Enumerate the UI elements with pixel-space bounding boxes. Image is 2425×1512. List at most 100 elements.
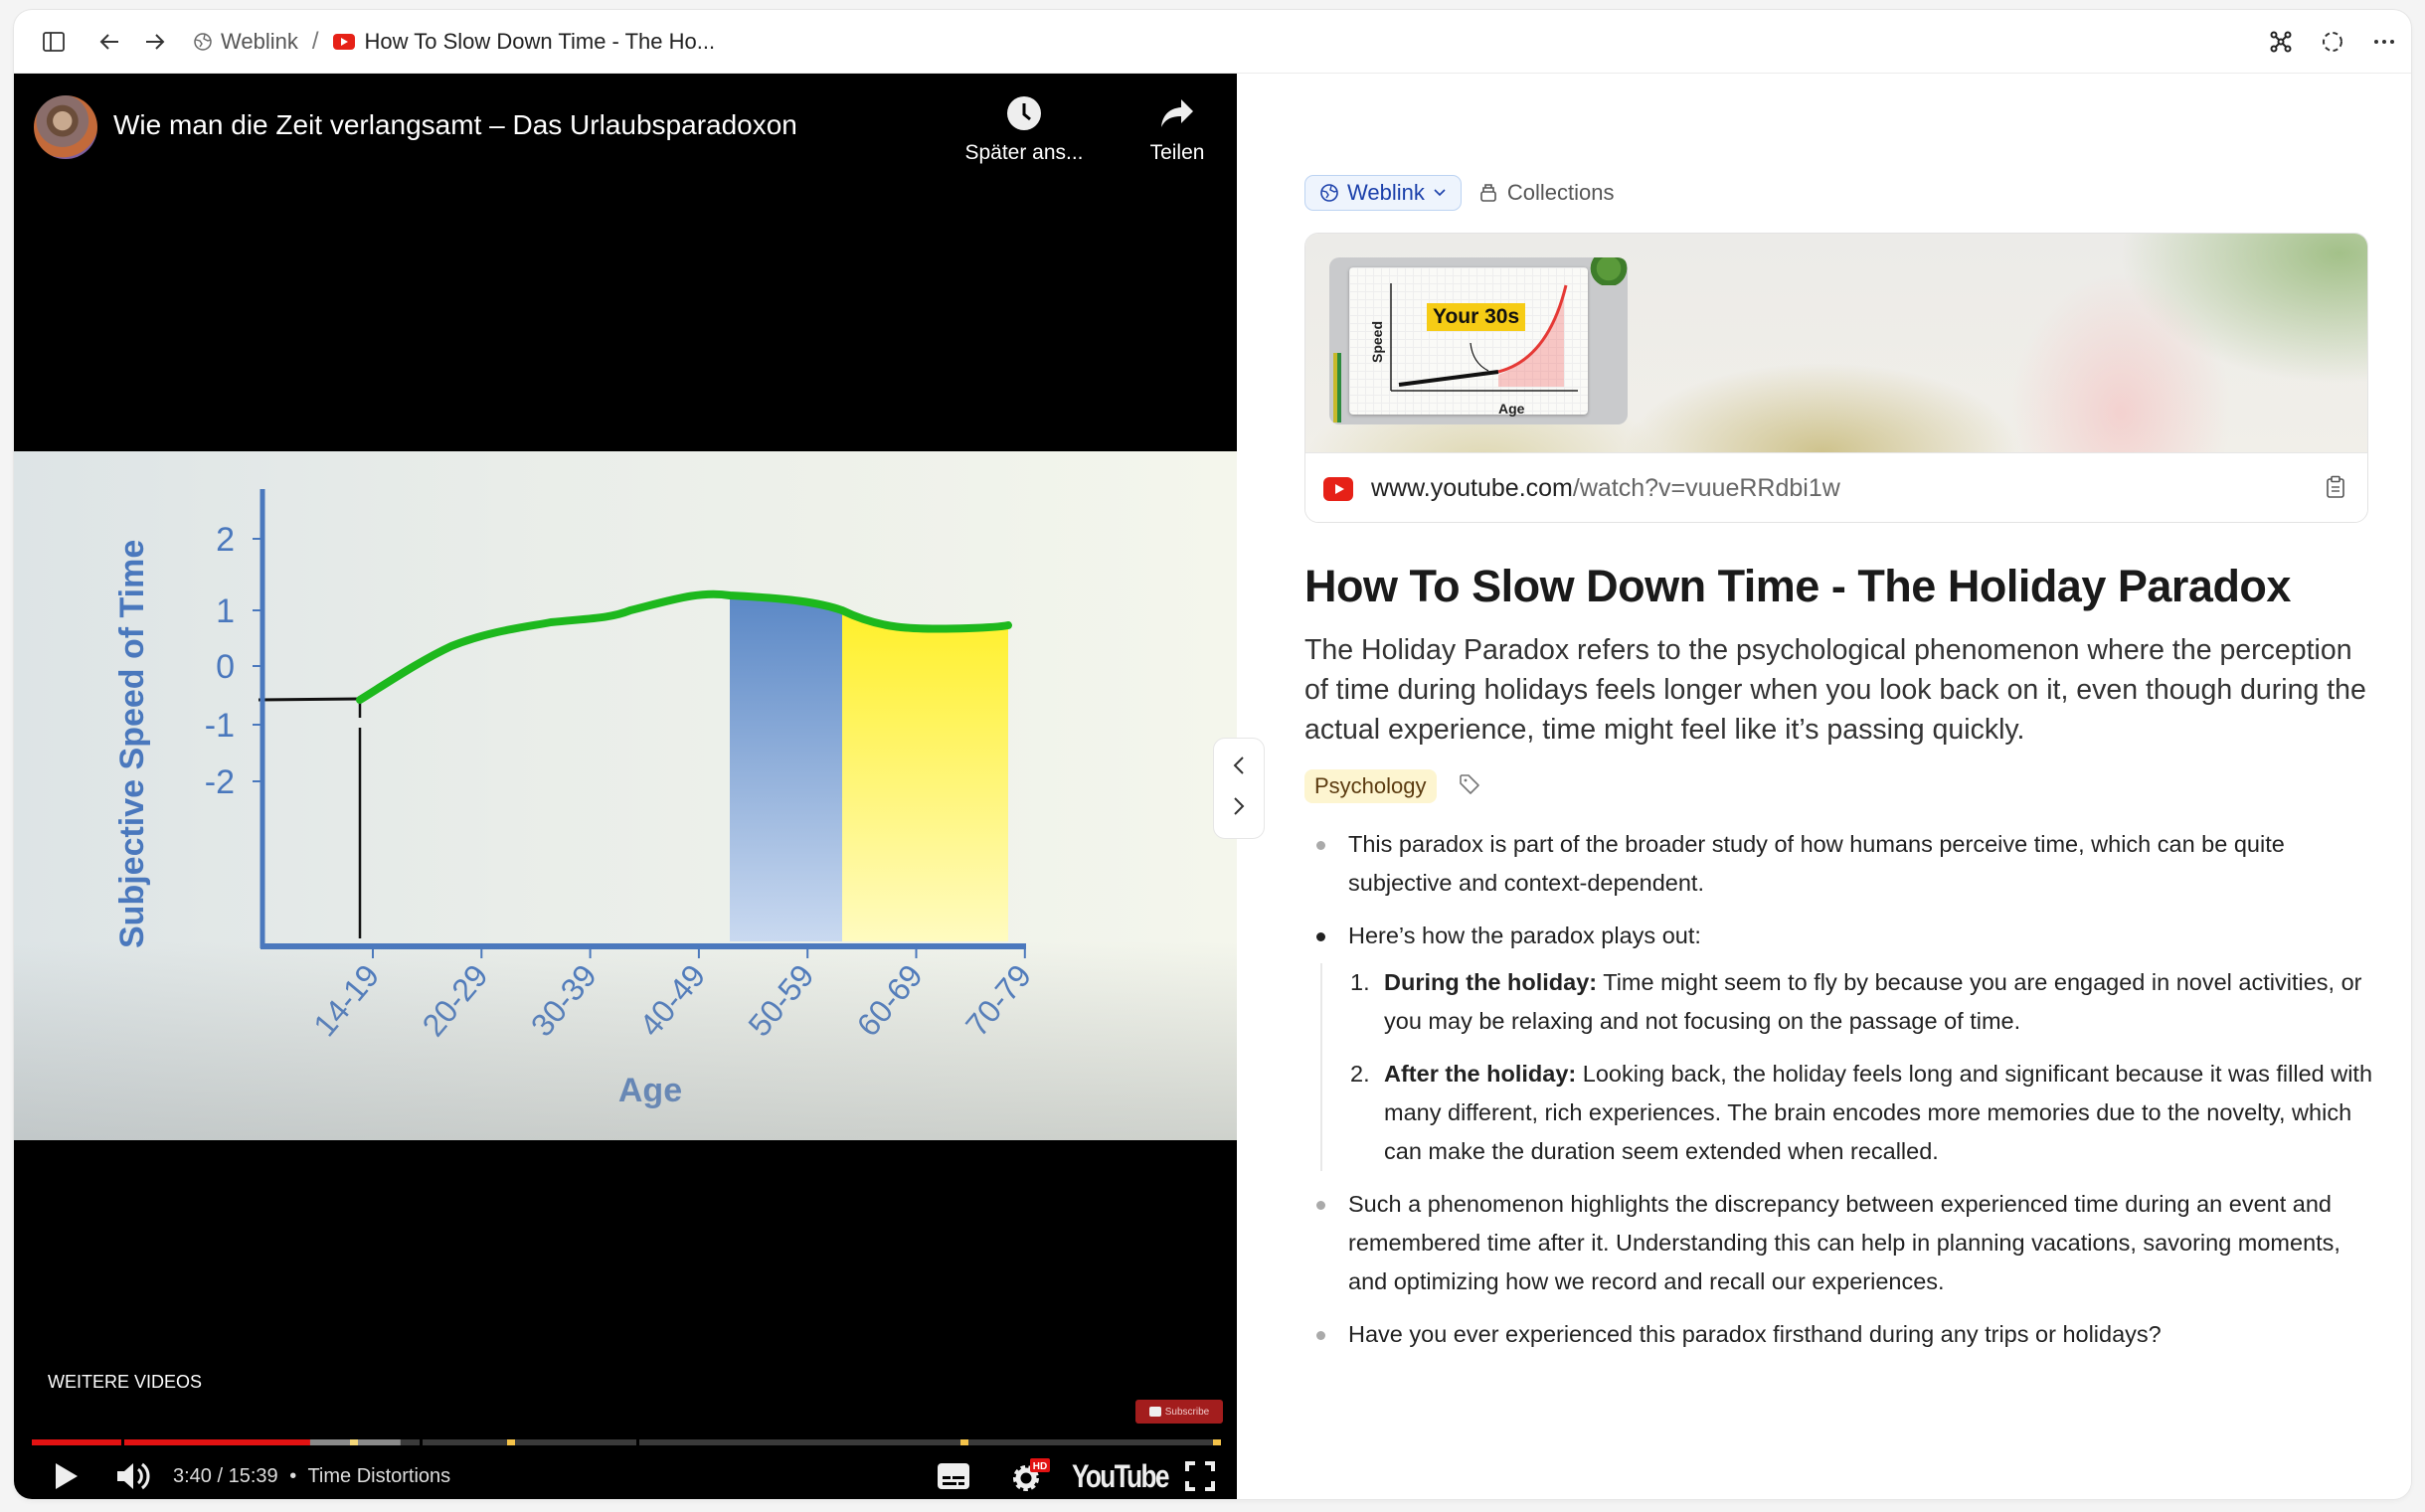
share-icon	[1127, 93, 1227, 133]
x-tick-label: 50-59	[741, 957, 820, 1043]
marker	[960, 1439, 968, 1445]
item-summary: The Holiday Paradox refers to the psycho…	[1304, 634, 2366, 746]
video-thumbnail: Your 30s Speed Age	[1329, 257, 1628, 424]
list-item-text: Such a phenomenon highlights the discrep…	[1348, 1191, 2340, 1294]
more-videos-label[interactable]: WEITERE VIDEOS	[48, 1372, 202, 1393]
video-title[interactable]: Wie man die Zeit verlangsamt – Das Urlau…	[113, 109, 797, 141]
baseline-pre-line	[258, 697, 361, 702]
plant-decoration	[1584, 257, 1628, 285]
breadcrumb-current: How To Slow Down Time - The Ho...	[364, 29, 716, 54]
breadcrumb-root[interactable]: Weblink	[221, 29, 298, 55]
video-frame-chart: 2 1 0 -1 -2 14-19 20-29 30-39 40-49 50-59 60-69 70…	[14, 451, 1237, 1140]
x-tick-label: 40-49	[632, 957, 712, 1043]
clipboard-icon[interactable]	[2326, 475, 2345, 506]
link-url-row[interactable]: www.youtube.com/watch?v=vuueRRdbi1w	[1305, 452, 2367, 522]
chevron-down-icon	[1433, 188, 1447, 198]
play-button[interactable]	[54, 1453, 80, 1499]
youtube-logo[interactable]: YouTube	[1072, 1453, 1170, 1499]
list-item: Such a phenomenon highlights the discrep…	[1304, 1185, 2378, 1301]
hd-badge: HD	[1033, 1461, 1047, 1472]
notes-body: This paradox is part of the broader stud…	[1304, 825, 2378, 1368]
x-tick-label: 70-79	[958, 957, 1038, 1043]
url-path: /watch?v=vuueRRdbi1w	[1572, 474, 1840, 502]
chapter-title[interactable]: Time Distortions	[307, 1465, 450, 1487]
type-label: Weblink	[1347, 180, 1425, 205]
app-window: Weblink / How To Slow Down Time - The Ho…	[14, 10, 2411, 1499]
y-axis-label: Subjective Speed of Time	[113, 540, 151, 948]
tag-psychology[interactable]: Psychology	[1304, 769, 1437, 803]
list-item-text: Here’s how the paradox plays out:	[1348, 923, 1701, 948]
item-heading: During the holiday:	[1384, 969, 1598, 995]
gear-icon: HD	[1013, 1458, 1050, 1491]
play-icon	[56, 1463, 78, 1489]
volume-button[interactable]	[115, 1453, 151, 1499]
thumbnail-y-label: Speed	[1369, 320, 1385, 363]
thumbnail-paper: Your 30s Speed Age	[1349, 267, 1588, 417]
item-number: 2.	[1350, 1061, 1370, 1087]
marker	[350, 1439, 358, 1445]
url-domain: www.youtube.com	[1371, 474, 1573, 502]
channel-avatar[interactable]	[34, 95, 97, 159]
fullscreen-icon	[1185, 1461, 1215, 1491]
tag-row: Psychology	[1304, 769, 1480, 803]
sidebar-toggle-icon[interactable]	[40, 28, 68, 56]
focus-dashed-circle-icon[interactable]	[2319, 28, 2346, 56]
breadcrumb-separator: /	[311, 28, 319, 55]
item-meta-row: Weblink Collections	[1304, 175, 1614, 211]
list-item: Here’s how the paradox plays out:	[1304, 917, 2378, 955]
share-label: Teilen	[1149, 141, 1205, 164]
globe-icon	[1319, 183, 1339, 203]
youtube-icon	[332, 34, 355, 50]
subscribe-button[interactable]: Subscribe	[1135, 1400, 1223, 1424]
list-item-text: This paradox is part of the broader stud…	[1348, 831, 2285, 896]
list-item: Have you ever experienced this paradox f…	[1304, 1315, 2378, 1354]
share-button[interactable]: Teilen	[1127, 93, 1227, 165]
collection-stack-icon	[1479, 183, 1497, 203]
y-tick-label: -2	[205, 763, 235, 801]
video-player[interactable]: Wie man die Zeit verlangsamt – Das Urlau…	[14, 74, 1237, 1499]
item-heading: After the holiday:	[1384, 1061, 1577, 1087]
more-options-icon[interactable]	[2370, 28, 2398, 56]
preview-image: Your 30s Speed Age	[1305, 234, 2367, 452]
y-tick-label: 0	[216, 648, 235, 686]
breadcrumb: Weblink / How To Slow Down Time - The Ho…	[193, 10, 715, 74]
watch-later-label: Später ans...	[964, 141, 1084, 164]
progress-bar[interactable]	[32, 1439, 1221, 1445]
video-header: Wie man die Zeit verlangsamt – Das Urlau…	[14, 74, 1237, 193]
band-50-59	[730, 595, 842, 941]
chevron-left-icon[interactable]	[1232, 756, 1246, 780]
volume-icon	[117, 1462, 150, 1490]
chevron-right-icon[interactable]	[1232, 796, 1246, 821]
back-arrow-icon[interactable]	[95, 28, 123, 56]
time-readout: 3:40 / 15:39	[173, 1465, 278, 1487]
graph-nodes-icon[interactable]	[2267, 28, 2295, 56]
youtube-icon	[1323, 476, 1353, 501]
watch-later-button[interactable]: Später ans...	[964, 93, 1084, 165]
add-tag-icon[interactable]	[1459, 773, 1480, 800]
settings-button[interactable]: HD	[1010, 1453, 1050, 1499]
collections-button[interactable]: Collections	[1479, 180, 1615, 206]
pens-decoration	[1333, 353, 1341, 422]
marker	[1213, 1439, 1221, 1445]
progress-played	[32, 1439, 310, 1445]
subtitles-button[interactable]	[937, 1453, 970, 1499]
type-dropdown[interactable]: Weblink	[1304, 175, 1462, 211]
chapter-gap	[636, 1439, 639, 1445]
marker	[507, 1439, 515, 1445]
forward-arrow-icon[interactable]	[141, 28, 169, 56]
band-60-69	[842, 610, 1008, 941]
thumbnail-x-label: Age	[1498, 401, 1525, 417]
item-title: How To Slow Down Time - The Holiday Para…	[1304, 561, 2291, 611]
y-tick-label: 2	[216, 521, 235, 559]
detail-panel: Weblink Collections Your 30s Speed Age w…	[1237, 74, 2411, 1499]
item-number: 1.	[1350, 969, 1370, 995]
link-preview-card[interactable]: Your 30s Speed Age www.youtube.com/watch…	[1304, 233, 2368, 523]
player-controls: 3:40 / 15:39 • Time Distortions HD YouTu…	[14, 1453, 1237, 1499]
y-tick-label: 1	[216, 592, 235, 630]
thumbnail-label: Your 30s	[1427, 303, 1526, 331]
chapter-gap	[121, 1439, 124, 1445]
chapter-gap	[420, 1439, 423, 1445]
fullscreen-button[interactable]	[1185, 1453, 1215, 1499]
numbered-list: 1. During the holiday: Time might seem to…	[1320, 963, 2378, 1171]
collections-label: Collections	[1506, 180, 1615, 205]
